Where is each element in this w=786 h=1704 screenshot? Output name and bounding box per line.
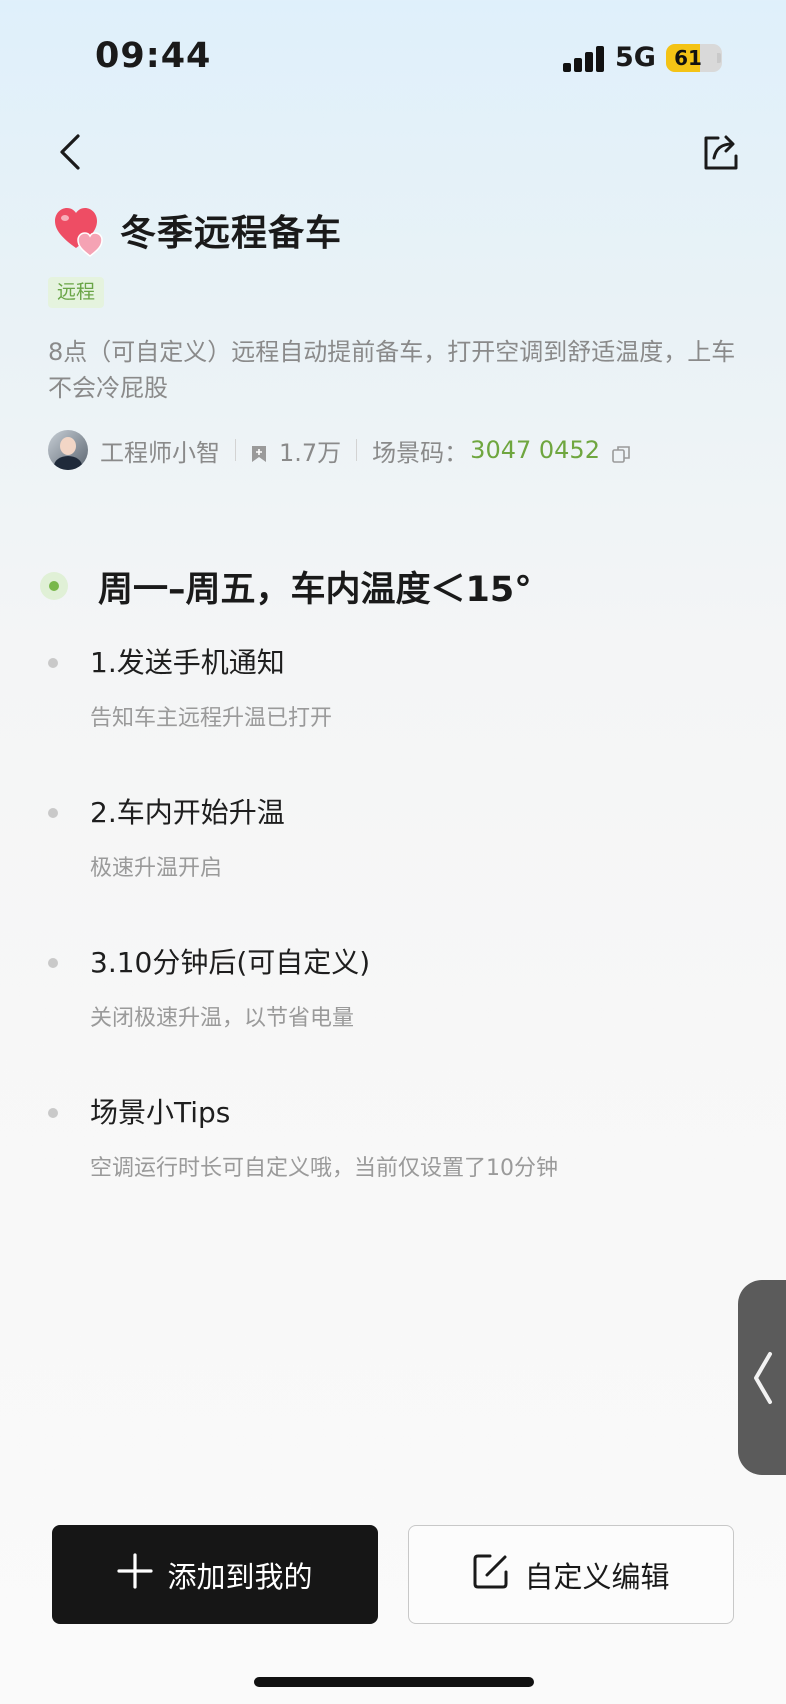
add-to-mine-button[interactable]: 添加到我的 (52, 1525, 378, 1624)
step-title: 3.10分钟后(可自定义) (90, 946, 371, 979)
scene-tag: 远程 (48, 277, 105, 308)
plus-icon (117, 1553, 154, 1596)
step-title: 2.车内开始升温 (90, 796, 285, 829)
back-button[interactable] (50, 130, 94, 174)
chevron-left-icon (754, 1352, 772, 1404)
chevron-left-icon (60, 134, 80, 170)
heart-icon (52, 202, 108, 258)
custom-edit-label: 自定义编辑 (524, 1559, 670, 1594)
side-panel-handle[interactable] (738, 1280, 786, 1475)
scene-description: 8点（可自定义）远程自动提前备车，打开空调到舒适温度，上车不会冷屁股 (48, 338, 736, 402)
battery-level: 61 (674, 46, 702, 70)
scene-title: 冬季远程备车 (120, 213, 343, 254)
author-avatar[interactable] (48, 430, 88, 470)
divider (356, 439, 358, 461)
step-dot-icon (48, 808, 58, 818)
edit-icon (472, 1552, 510, 1597)
trigger-title: 周一–周五，车内温度＜15° (98, 569, 532, 610)
battery-icon: 61 (666, 44, 722, 72)
battery-tip (717, 53, 721, 63)
step-title: 场景小Tips (90, 1096, 231, 1129)
scene-code-label: 场景码： (372, 438, 469, 467)
share-icon (704, 135, 738, 170)
divider (235, 439, 236, 461)
status-bar: 09:44 5G 61 (0, 0, 786, 110)
step-desc: 关闭极速升温，以节省电量 (90, 1006, 355, 1031)
bookmark-icon (251, 441, 267, 462)
step-desc: 极速升温开启 (90, 856, 223, 881)
step-dot-icon (48, 1108, 58, 1118)
status-time: 09:44 (95, 36, 212, 76)
trigger-dot-icon (40, 572, 68, 600)
step-dot-icon (48, 658, 58, 668)
copy-icon[interactable] (612, 441, 630, 463)
step-desc: 告知车主远程升温已打开 (90, 706, 333, 731)
network-type: 5G (615, 42, 656, 73)
share-button[interactable] (698, 130, 742, 174)
scene-code-value: 3047 0452 (470, 436, 600, 464)
step-dot-icon (48, 958, 58, 968)
bookmark-count: 1.7万 (279, 438, 342, 467)
signal-icon (563, 46, 605, 72)
home-indicator[interactable] (254, 1677, 534, 1687)
step-title: 1.发送手机通知 (90, 646, 285, 679)
custom-edit-button[interactable]: 自定义编辑 (408, 1525, 734, 1624)
scene-meta: 工程师小智 1.7万 场景码： 3047 0452 (48, 429, 630, 471)
scene-header: 冬季远程备车 (52, 200, 342, 260)
author-name[interactable]: 工程师小智 (100, 433, 220, 468)
trigger-condition: 周一–周五，车内温度＜15° (40, 560, 532, 612)
add-to-mine-label: 添加到我的 (167, 1559, 313, 1594)
step-desc: 空调运行时长可自定义哦，当前仅设置了10分钟 (90, 1156, 558, 1181)
